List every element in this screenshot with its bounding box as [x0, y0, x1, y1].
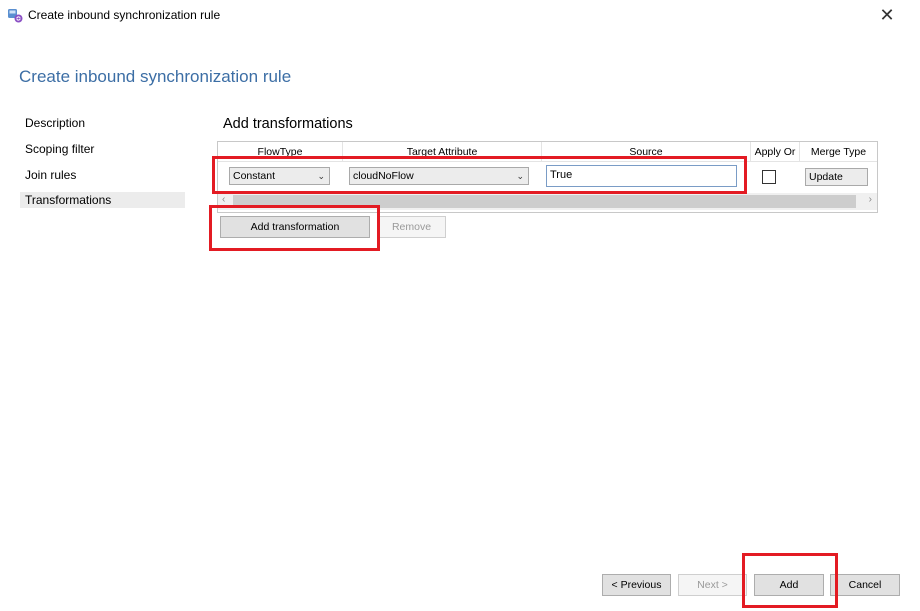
grid-header: FlowType Target Attribute Source Apply O… [218, 142, 877, 162]
source-input[interactable]: True [546, 165, 737, 187]
apply-once-checkbox[interactable] [762, 170, 776, 184]
scroll-left-icon[interactable]: ‹ [222, 194, 225, 205]
table-row: Constant ⌄ cloudNoFlow ⌄ True Update [218, 162, 877, 192]
column-header-merge-type[interactable]: Merge Type [800, 142, 877, 161]
nav-item-join-rules[interactable]: Join rules [20, 166, 185, 184]
target-attribute-value: cloudNoFlow [353, 170, 414, 182]
section-title: Add transformations [223, 116, 353, 132]
close-icon[interactable]: ✕ [874, 2, 900, 28]
transformations-grid: FlowType Target Attribute Source Apply O… [217, 141, 878, 213]
flowtype-dropdown[interactable]: Constant ⌄ [229, 167, 330, 185]
merge-type-dropdown[interactable]: Update [805, 168, 868, 186]
column-header-apply-once[interactable]: Apply Or [751, 142, 800, 161]
add-button[interactable]: Add [754, 574, 824, 596]
window-title: Create inbound synchronization rule [28, 8, 221, 22]
sync-service-icon [7, 7, 23, 23]
page-title: Create inbound synchronization rule [19, 67, 292, 86]
remove-button[interactable]: Remove [377, 216, 446, 238]
previous-button[interactable]: < Previous [602, 574, 671, 596]
nav-item-description[interactable]: Description [20, 114, 185, 132]
target-attribute-dropdown[interactable]: cloudNoFlow ⌄ [349, 167, 529, 185]
cancel-button[interactable]: Cancel [830, 574, 900, 596]
scrollbar-thumb[interactable] [233, 195, 856, 208]
chevron-down-icon: ⌄ [516, 171, 524, 181]
title-bar: Create inbound synchronization rule ✕ [0, 0, 920, 30]
nav-item-scoping-filter[interactable]: Scoping filter [20, 140, 185, 158]
flowtype-value: Constant [233, 170, 276, 182]
chevron-down-icon: ⌄ [317, 171, 325, 181]
scroll-right-icon[interactable]: › [869, 194, 872, 205]
column-header-target-attribute[interactable]: Target Attribute [343, 142, 542, 161]
horizontal-scrollbar[interactable]: ‹ › [218, 193, 877, 210]
wizard-nav: Description Scoping filter Join rules Tr… [20, 114, 185, 216]
add-transformation-button[interactable]: Add transformation [220, 216, 370, 238]
column-header-flowtype[interactable]: FlowType [218, 142, 343, 161]
nav-item-transformations[interactable]: Transformations [20, 192, 185, 208]
column-header-source[interactable]: Source [542, 142, 751, 161]
next-button[interactable]: Next > [678, 574, 747, 596]
